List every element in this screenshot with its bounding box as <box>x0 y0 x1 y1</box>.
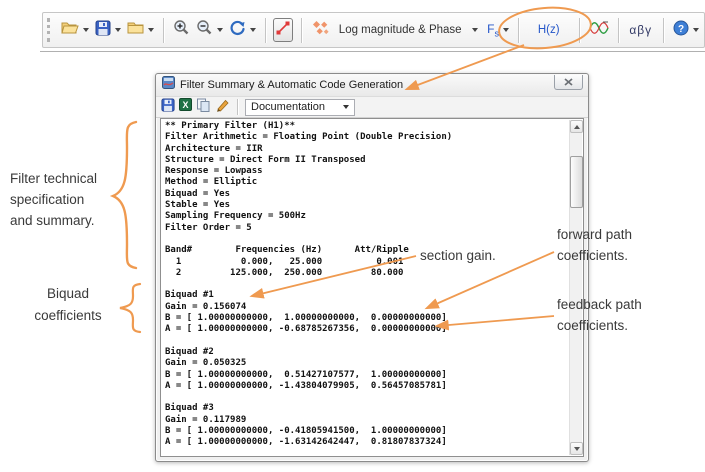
annotation-biquad-coefficients: Biquad coefficients <box>34 286 102 323</box>
window-titlebar[interactable]: Filter Summary & Automatic Code Generati… <box>156 74 588 97</box>
brace-biquad <box>119 282 142 334</box>
refresh-icon <box>229 19 246 41</box>
zoom-in-icon <box>173 19 190 41</box>
vertical-scrollbar[interactable] <box>569 120 583 455</box>
filter-report-text: ** Primary Filter (H1)** Filter Arithmet… <box>165 121 453 448</box>
zoom-out-icon <box>196 19 213 41</box>
open-dropdown-caret[interactable] <box>82 28 89 32</box>
edit-pencil-button[interactable] <box>215 98 230 117</box>
analysis-dropdown-value: Log magnitude & Phase <box>338 24 462 36</box>
svg-text:X: X <box>182 100 188 110</box>
analysis-wave-icon <box>588 20 609 41</box>
scrollbar-thumb[interactable] <box>570 156 583 208</box>
report-panel: ** Primary Filter (H1)** Filter Arithmet… <box>160 118 584 457</box>
folder-icon <box>127 20 144 40</box>
annotation-forward-path: forward path coefficients. <box>557 227 633 263</box>
svg-text:?: ? <box>678 24 684 35</box>
filter-summary-window: Filter Summary & Automatic Code Generati… <box>155 73 589 462</box>
toolbar-bottom-rule <box>40 51 705 52</box>
toolbar-separator <box>237 99 238 115</box>
export-excel-button[interactable]: X <box>179 98 192 116</box>
save-icon <box>95 20 111 41</box>
sparkle-markers-icon <box>311 20 330 41</box>
folder-dropdown-caret[interactable] <box>147 28 154 32</box>
copy-button[interactable] <box>196 98 211 117</box>
greek-coefficients-button[interactable]: αβγ <box>626 19 655 41</box>
window-toolbar: X Documentation <box>156 97 588 118</box>
save-dropdown-caret[interactable] <box>114 28 121 32</box>
scroll-down-button[interactable] <box>570 442 583 455</box>
scroll-up-icon <box>573 124 580 129</box>
scroll-up-button[interactable] <box>570 120 583 133</box>
analysis-dropdown[interactable]: Log magnitude & Phase <box>335 19 482 41</box>
fs-dropdown-caret <box>502 27 509 32</box>
documentation-dropdown-value: Documentation <box>251 101 325 113</box>
analysis-dropdown-caret <box>472 28 479 32</box>
help-dropdown-caret[interactable] <box>692 28 699 32</box>
toolbar-separator <box>517 17 519 43</box>
line-plot-icon <box>275 20 291 41</box>
scroll-down-icon <box>573 446 580 451</box>
annotation-section-gain: section gain. <box>420 248 496 263</box>
fs-button[interactable]: Fs <box>486 21 510 39</box>
help-button[interactable]: ? <box>672 19 700 42</box>
documentation-dropdown-caret <box>343 105 349 109</box>
annotation-feedback-path: feedback path coefficients. <box>557 297 642 333</box>
close-icon <box>564 73 573 91</box>
refresh-dropdown-caret[interactable] <box>249 28 256 32</box>
documentation-dropdown[interactable]: Documentation <box>245 98 355 116</box>
main-toolbar: Log magnitude & Phase Fs H(z) αβγ ? <box>42 12 705 48</box>
toolbar-separator <box>617 17 619 43</box>
annotation-filter-spec: Filter technical specification and summa… <box>10 171 98 228</box>
hz-button[interactable]: H(z) <box>527 20 571 40</box>
close-button[interactable] <box>554 75 583 90</box>
open-folder-icon <box>61 20 79 40</box>
zoom-out-button[interactable] <box>195 18 224 42</box>
toolbar-separator <box>264 17 266 43</box>
window-title: Filter Summary & Automatic Code Generati… <box>180 79 404 91</box>
open-button[interactable] <box>60 19 90 41</box>
help-icon: ? <box>673 20 689 41</box>
analysis-wave-button[interactable] <box>588 19 610 42</box>
toolbar-grip[interactable] <box>47 18 51 42</box>
toolbar-separator <box>301 17 302 43</box>
toolbar-separator <box>578 17 580 43</box>
fs-label: Fs <box>487 21 499 39</box>
line-plot-toggle-button[interactable] <box>273 18 293 42</box>
zoom-dropdown-caret[interactable] <box>216 28 223 32</box>
toolbar-separator <box>663 17 664 43</box>
refresh-button[interactable] <box>228 18 257 42</box>
toolbar-separator <box>162 17 164 43</box>
save-button[interactable] <box>94 19 122 42</box>
zoom-in-button[interactable] <box>172 18 191 42</box>
save-report-button[interactable] <box>161 97 175 117</box>
folder-button[interactable] <box>126 19 155 41</box>
sparkle-markers-button[interactable] <box>310 19 331 42</box>
window-icon <box>162 76 175 94</box>
